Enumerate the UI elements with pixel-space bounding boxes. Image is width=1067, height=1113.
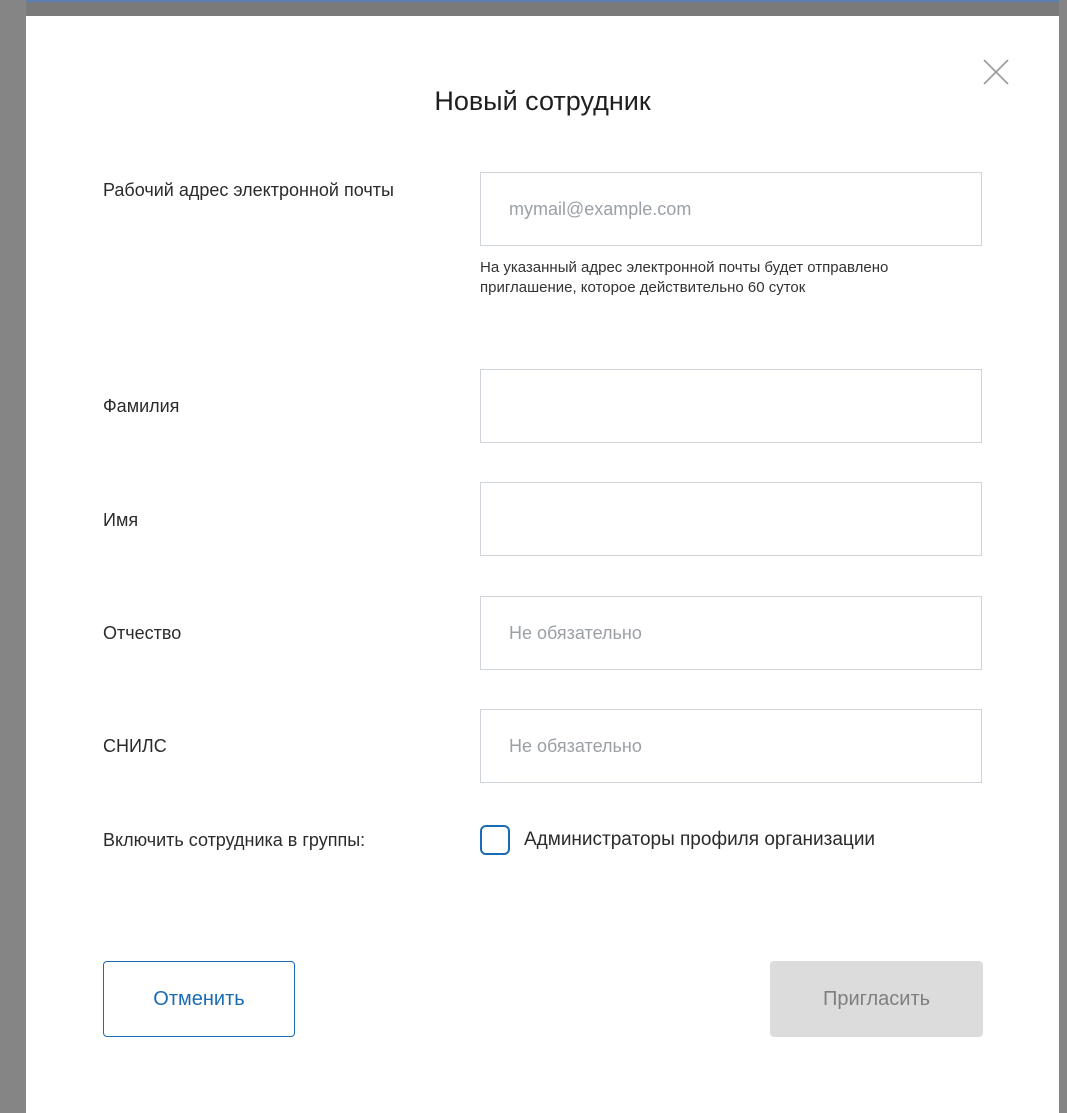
snils-label: СНИЛС [103,736,167,756]
snils-field[interactable] [480,709,982,783]
email-hint: На указанный адрес электронной почты буд… [480,259,889,296]
cancel-button[interactable]: Отменить [103,961,295,1037]
admins-checkbox[interactable] [480,825,510,855]
backdrop-right [1059,0,1067,1113]
window-top-border [0,0,1067,2]
email-field[interactable] [480,172,982,246]
dialog-title: Новый сотрудник [434,86,651,116]
first-name-label: Имя [103,510,139,530]
backdrop-left [0,0,26,1113]
groups-label: Включить сотрудника в группы: [103,830,366,850]
middle-name-label: Отчество [103,623,182,643]
group-option-admins[interactable]: Администраторы профиля организации [480,822,875,858]
last-name-label: Фамилия [103,396,180,416]
admins-checkbox-label[interactable]: Администраторы профиля организации [524,829,875,851]
invite-button[interactable]: Пригласить [770,961,983,1037]
first-name-field[interactable] [480,482,982,556]
last-name-field[interactable] [480,369,982,443]
email-label: Рабочий адрес электронной почты [103,180,394,200]
middle-name-field[interactable] [480,596,982,670]
